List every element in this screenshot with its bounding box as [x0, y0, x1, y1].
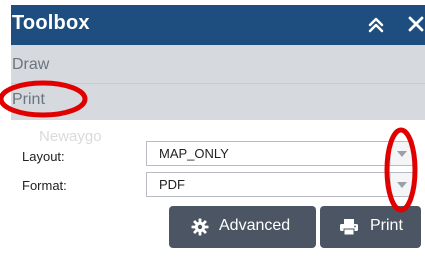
toolbox-panel: Toolbox Draw Print Newaygo Layout: MAP_O… — [11, 0, 425, 260]
layout-select[interactable]: MAP_ONLY — [146, 141, 414, 166]
double-chevron-up-icon[interactable] — [367, 16, 385, 34]
menu-item-print[interactable]: Print — [11, 83, 425, 117]
toolbox-header: Toolbox — [11, 5, 425, 45]
format-select[interactable]: PDF — [146, 172, 414, 197]
menu-item-draw[interactable]: Draw — [11, 48, 425, 82]
layout-select-value: MAP_ONLY — [159, 146, 229, 161]
format-select-value: PDF — [159, 177, 185, 192]
print-button[interactable]: Print — [320, 206, 421, 248]
print-form: Newaygo Layout: MAP_ONLY Format: PDF Adv… — [11, 120, 425, 260]
chevron-down-icon — [397, 151, 407, 157]
toolbox-title: Toolbox — [12, 12, 90, 34]
layout-dropdown-arrow[interactable] — [390, 142, 413, 165]
toolbox-menu: Draw Print — [11, 45, 425, 120]
print-button-label: Print — [370, 217, 403, 234]
printer-icon — [339, 218, 359, 241]
toolbox-window: Toolbox Draw Print Newaygo Layout: MAP_O… — [0, 0, 425, 260]
layout-label: Layout: — [22, 149, 65, 164]
advanced-button-label: Advanced — [219, 217, 291, 234]
left-edge — [0, 0, 11, 260]
close-icon[interactable] — [407, 15, 425, 33]
advanced-button[interactable]: Advanced — [169, 206, 316, 248]
gear-icon — [191, 218, 209, 241]
format-dropdown-arrow[interactable] — [390, 173, 413, 196]
chevron-down-icon — [397, 182, 407, 188]
faded-map-label: Newaygo — [39, 128, 102, 145]
format-label: Format: — [22, 178, 67, 193]
